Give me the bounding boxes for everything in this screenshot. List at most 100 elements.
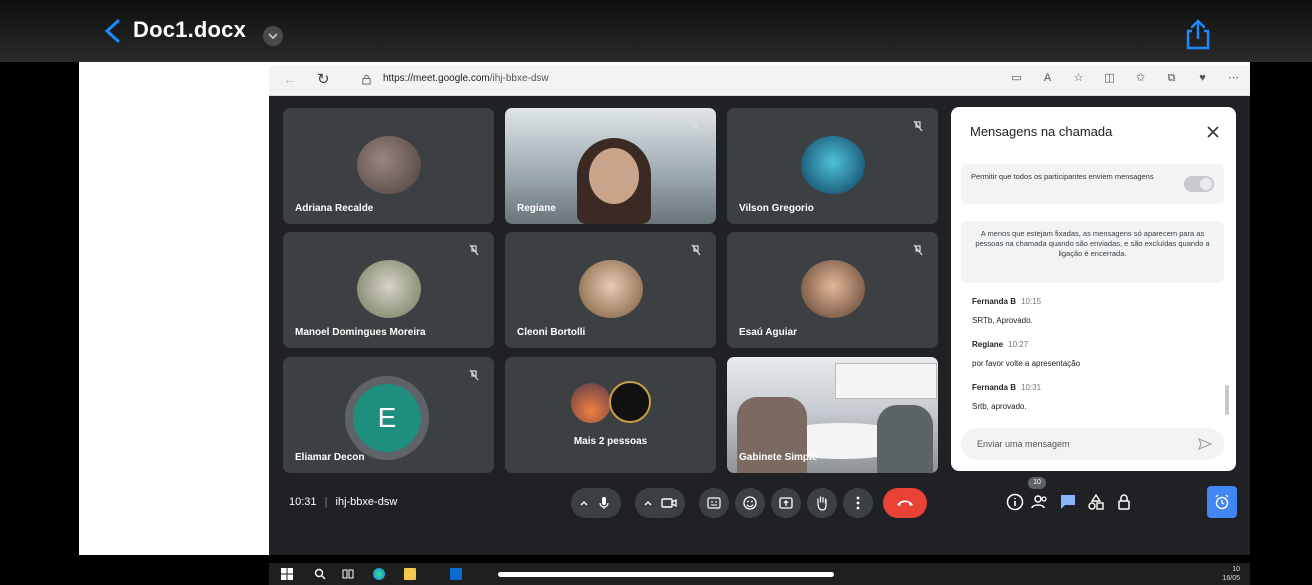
collections-icon[interactable]: ⧉ bbox=[1165, 72, 1178, 85]
address-bar[interactable]: https://meet.google.com/ihj-bbxe-dsw bbox=[351, 70, 991, 90]
meeting-time: 10:31 bbox=[289, 496, 317, 508]
message-time: 10:15 bbox=[1021, 297, 1042, 306]
lock-icon bbox=[362, 74, 371, 85]
meeting-code: ihj-bbxe-dsw bbox=[335, 496, 398, 508]
avatar bbox=[357, 136, 421, 194]
mic-off-icon bbox=[469, 369, 479, 381]
file-explorer-icon[interactable] bbox=[404, 568, 416, 580]
send-icon[interactable] bbox=[1198, 437, 1212, 451]
participant-name: Regiane bbox=[517, 203, 556, 214]
document-menu-button[interactable] bbox=[263, 26, 283, 46]
people-icon[interactable] bbox=[1031, 493, 1049, 511]
participant-tile-video[interactable]: Gabinete Simple bbox=[727, 357, 938, 473]
browser-actions: ▭ A ☆ ◫ ✩ ⧉ ♥ ⋯ bbox=[1010, 72, 1240, 85]
chevron-up-icon[interactable] bbox=[579, 498, 589, 508]
activities-icon[interactable] bbox=[1087, 493, 1105, 511]
message-sender: Fernanda B bbox=[972, 297, 1017, 306]
back-chevron-icon[interactable] bbox=[102, 19, 124, 43]
meet-call-area: Adriana Recalde Regiane Vilson Gregorio … bbox=[269, 96, 1250, 585]
participant-tile[interactable]: Manoel Domingues Moreira bbox=[283, 232, 494, 348]
message-input[interactable]: Enviar uma mensagem bbox=[961, 428, 1224, 460]
mic-off-icon bbox=[469, 244, 479, 256]
message-placeholder: Enviar uma mensagem bbox=[977, 439, 1070, 449]
hang-up-icon bbox=[897, 500, 913, 506]
chat-scrollbar[interactable] bbox=[1225, 385, 1229, 415]
mic-icon[interactable] bbox=[597, 496, 611, 510]
browser-reload-icon[interactable]: ↻ bbox=[317, 70, 330, 88]
emoji-button[interactable] bbox=[735, 488, 765, 518]
avatar bbox=[609, 381, 651, 423]
participant-tile-video[interactable]: Regiane bbox=[505, 108, 716, 224]
chevron-down-icon bbox=[268, 33, 278, 40]
present-button[interactable] bbox=[771, 488, 801, 518]
hand-icon bbox=[817, 496, 827, 511]
participant-name: Vilson Gregorio bbox=[739, 203, 814, 214]
alarm-button[interactable] bbox=[1207, 486, 1237, 518]
browser-toolbar: ← ↻ https://meet.google.com/ihj-bbxe-dsw… bbox=[269, 66, 1250, 96]
participant-name: Gabinete Simple bbox=[739, 452, 818, 463]
ios-top-bar: Doc1.docx bbox=[0, 0, 1312, 62]
participant-tile[interactable]: Cleoni Bortolli bbox=[505, 232, 716, 348]
favorite-star-icon[interactable]: ☆ bbox=[1072, 72, 1085, 85]
camera-icon[interactable] bbox=[661, 497, 677, 509]
message-sender: Fernanda B bbox=[972, 383, 1017, 392]
captions-button[interactable] bbox=[699, 488, 729, 518]
video-banner bbox=[835, 363, 937, 399]
task-view-icon[interactable] bbox=[342, 568, 354, 580]
message-text: por favor volte a apresentação bbox=[972, 359, 1081, 368]
participant-name: Adriana Recalde bbox=[295, 203, 374, 214]
participant-tile-more[interactable]: Mais 2 pessoas bbox=[505, 357, 716, 473]
message-time: 10:31 bbox=[1021, 383, 1042, 392]
edge-browser-icon[interactable] bbox=[373, 568, 385, 580]
app-icon[interactable] bbox=[450, 568, 462, 580]
permission-toggle[interactable] bbox=[1184, 176, 1214, 192]
clock-date: 16/05 bbox=[1222, 575, 1240, 582]
mic-off-icon bbox=[913, 120, 923, 132]
chat-title: Mensagens na chamada bbox=[970, 124, 1113, 139]
participant-tile[interactable]: E Eliamar Decon bbox=[283, 357, 494, 473]
end-call-button[interactable] bbox=[883, 488, 927, 518]
video-people bbox=[877, 405, 933, 473]
embedded-screenshot: ← ↻ https://meet.google.com/ihj-bbxe-dsw… bbox=[269, 66, 1250, 585]
close-icon[interactable] bbox=[1206, 125, 1220, 139]
host-controls-icon[interactable] bbox=[1115, 493, 1133, 511]
info-icon[interactable] bbox=[1006, 493, 1024, 511]
document-title[interactable]: Doc1.docx bbox=[133, 17, 246, 43]
windows-start-icon[interactable] bbox=[281, 568, 293, 580]
participants-count-badge: 10 bbox=[1028, 477, 1046, 489]
read-aloud-icon[interactable]: A bbox=[1041, 72, 1054, 85]
participant-tile[interactable]: Vilson Gregorio bbox=[727, 108, 938, 224]
avatar bbox=[571, 383, 611, 423]
chat-panel: Mensagens na chamada Permitir que todos … bbox=[951, 107, 1236, 471]
url-text: https://meet.google.com/ihj-bbxe-dsw bbox=[383, 73, 549, 84]
more-icon[interactable]: ⋯ bbox=[1227, 72, 1240, 85]
participant-name: Eliamar Decon bbox=[295, 452, 365, 463]
chat-icon[interactable] bbox=[1059, 493, 1077, 511]
camera-icon[interactable]: ▭ bbox=[1010, 72, 1023, 85]
windows-taskbar: 10 16/05 bbox=[269, 563, 1250, 585]
avatar bbox=[579, 260, 643, 318]
video-face bbox=[589, 148, 639, 204]
participant-name: Esaú Aguiar bbox=[739, 327, 797, 338]
split-screen-icon[interactable]: ◫ bbox=[1103, 72, 1116, 85]
share-icon[interactable] bbox=[1181, 17, 1215, 51]
more-options-button[interactable] bbox=[843, 488, 873, 518]
chat-message: Fernanda B 10:15 SRTb, Aprovado. bbox=[972, 291, 1041, 325]
favorites-icon[interactable]: ✩ bbox=[1134, 72, 1147, 85]
mic-control[interactable] bbox=[571, 488, 621, 518]
browser-back-icon[interactable]: ← bbox=[283, 71, 297, 87]
participant-name: Manoel Domingues Moreira bbox=[295, 327, 426, 338]
present-screen-icon bbox=[779, 497, 793, 509]
raise-hand-button[interactable] bbox=[807, 488, 837, 518]
chat-notice: A menos que estejam fixadas, as mensagen… bbox=[961, 221, 1224, 283]
message-sender: Regiane bbox=[972, 340, 1004, 349]
extension-icon[interactable]: ♥ bbox=[1196, 72, 1209, 85]
participant-tile[interactable]: Adriana Recalde bbox=[283, 108, 494, 224]
camera-control[interactable] bbox=[635, 488, 685, 518]
search-icon[interactable] bbox=[314, 568, 326, 580]
message-time: 10:27 bbox=[1008, 340, 1029, 349]
mic-off-icon bbox=[913, 244, 923, 256]
message-text: SRTb, Aprovado. bbox=[972, 316, 1033, 325]
participant-tile[interactable]: Esaú Aguiar bbox=[727, 232, 938, 348]
chevron-up-icon[interactable] bbox=[643, 498, 653, 508]
